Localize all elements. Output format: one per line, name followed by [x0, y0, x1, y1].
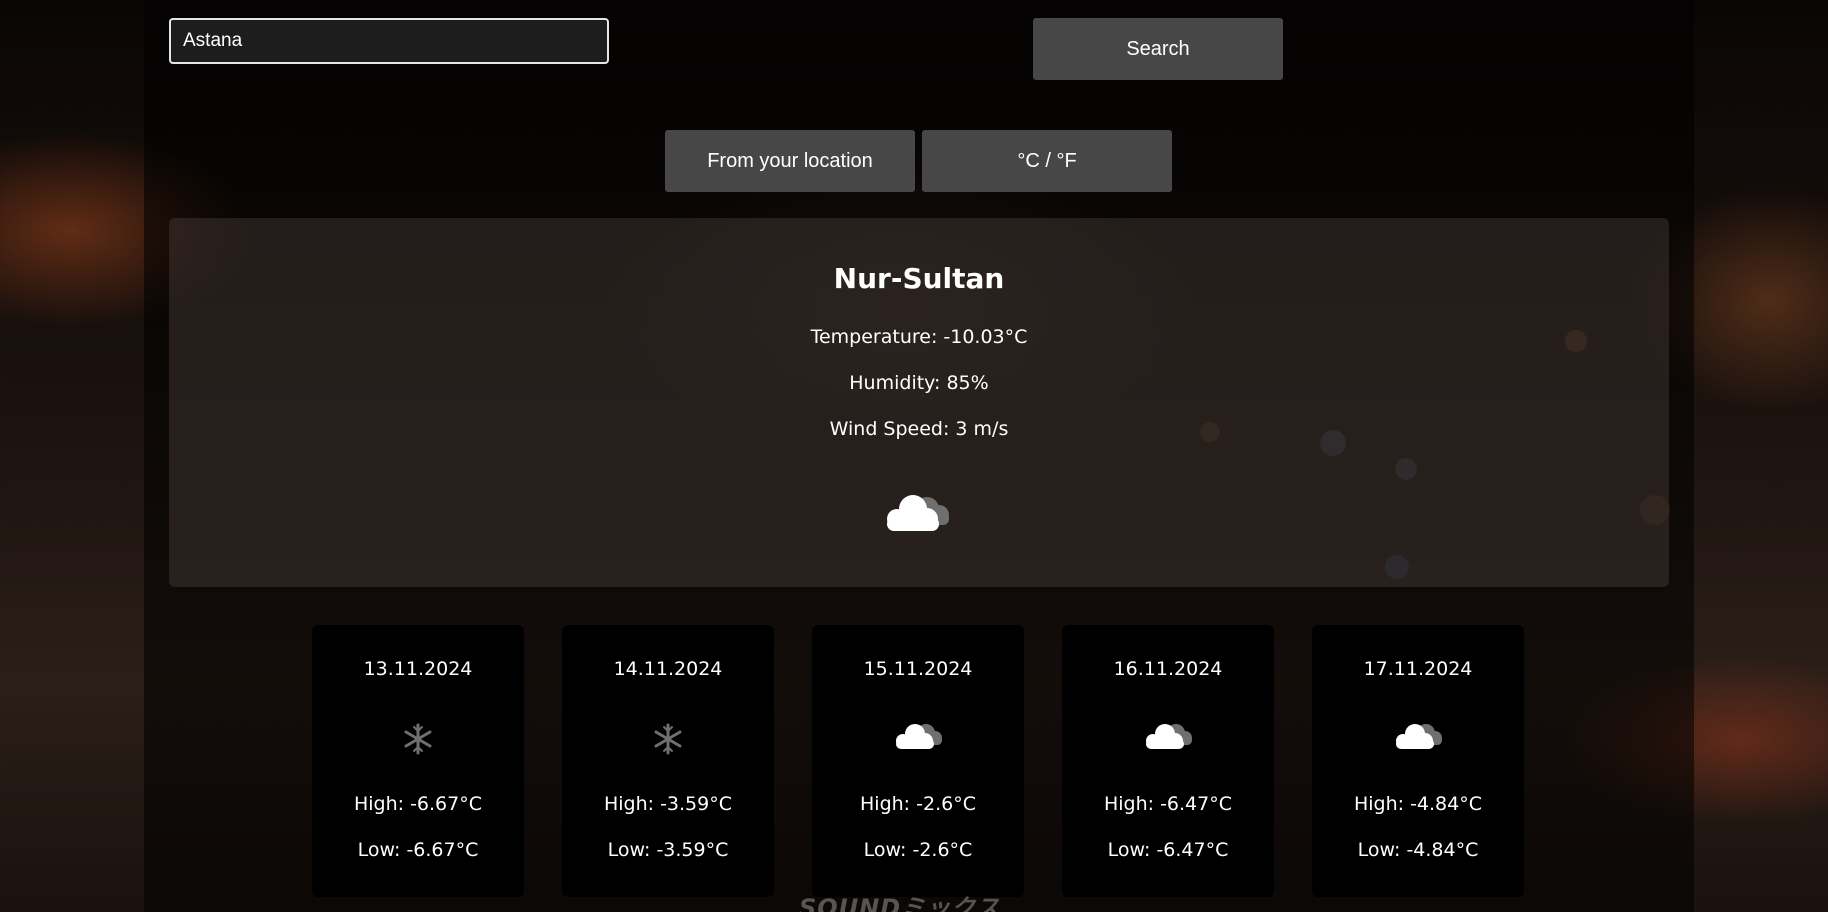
- forecast-high: High: -3.59°C: [603, 793, 733, 815]
- forecast-date: 13.11.2024: [363, 658, 473, 680]
- cloudy-icon: [1396, 724, 1442, 749]
- forecast-date: 15.11.2024: [863, 658, 973, 680]
- background-watermark: SOUNDミックス: [799, 894, 1001, 912]
- main-page: Search From your location °C / °F Nur-Su…: [144, 0, 1694, 912]
- cloudy-icon: [896, 724, 942, 749]
- cloudy-icon: [1146, 724, 1192, 749]
- snow-icon: [404, 723, 432, 755]
- forecast-low: Low: -6.67°C: [357, 839, 479, 861]
- forecast-low: Low: -4.84°C: [1357, 839, 1479, 861]
- forecast-low: Low: -2.6°C: [863, 839, 973, 861]
- current-humidity: Humidity: 85%: [849, 372, 989, 394]
- current-wind-speed: Wind Speed: 3 m/s: [829, 418, 1009, 440]
- forecast-high: High: -4.84°C: [1353, 793, 1483, 815]
- forecast-low: Low: -6.47°C: [1107, 839, 1229, 861]
- search-button[interactable]: Search: [1033, 18, 1283, 80]
- forecast-high: High: -6.67°C: [353, 793, 483, 815]
- forecast-low: Low: -3.59°C: [607, 839, 729, 861]
- forecast-card: 17.11.2024 High: -4.84°C Low: -4.84°C: [1312, 625, 1524, 897]
- unit-toggle-button[interactable]: °C / °F: [922, 130, 1172, 192]
- forecast-card: 14.11.2024 High: -3.59°C Low: -3.59°C: [562, 625, 774, 897]
- forecast-date: 14.11.2024: [613, 658, 723, 680]
- forecast-date: 16.11.2024: [1113, 658, 1223, 680]
- current-temperature: Temperature: -10.03°C: [810, 326, 1028, 348]
- forecast-date: 17.11.2024: [1363, 658, 1473, 680]
- city-name: Nur-Sultan: [833, 262, 1005, 295]
- city-search-input[interactable]: [169, 18, 609, 64]
- forecast-card: 13.11.2024 High: -6.67°C Low: -6.67°C: [312, 625, 524, 897]
- forecast-high: High: -6.47°C: [1103, 793, 1233, 815]
- forecast-high: High: -2.6°C: [860, 793, 976, 815]
- forecast-card: 15.11.2024 High: -2.6°C Low: -2.6°C: [812, 625, 1024, 897]
- from-location-button[interactable]: From your location: [665, 130, 915, 192]
- snow-icon: [654, 723, 682, 755]
- cloudy-icon: [887, 495, 949, 531]
- forecast-card: 16.11.2024 High: -6.47°C Low: -6.47°C: [1062, 625, 1274, 897]
